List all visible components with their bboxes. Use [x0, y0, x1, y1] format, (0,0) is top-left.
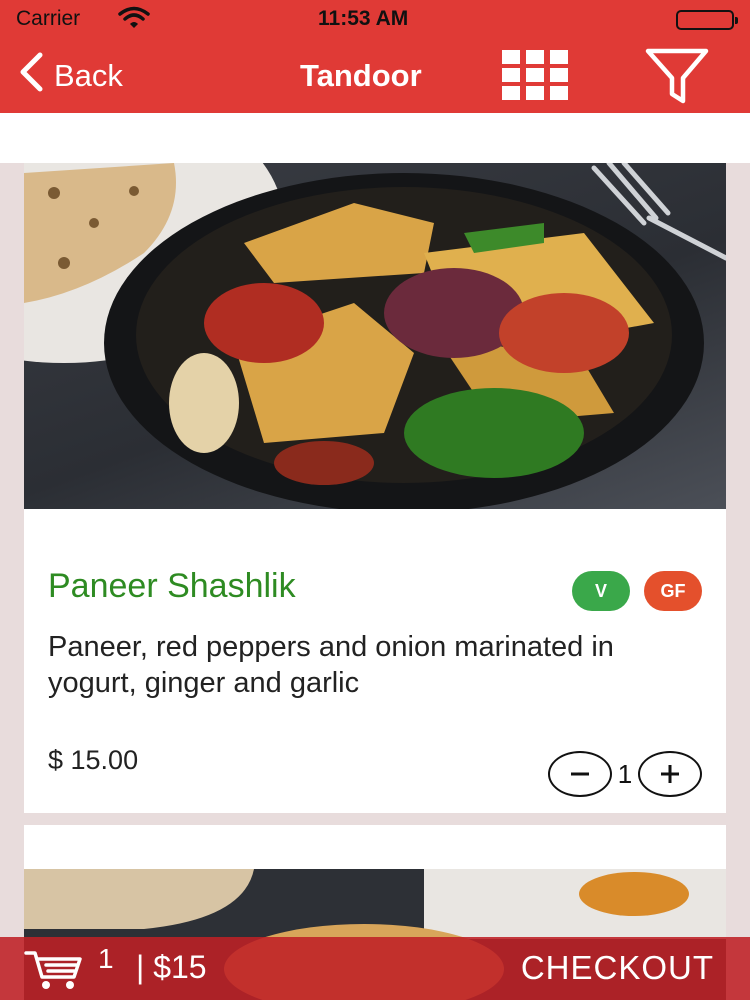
- checkout-bar: 1 | $15 CHECKOUT: [0, 937, 750, 1000]
- content-top-spacer: [0, 113, 750, 163]
- chevron-left-icon: [18, 52, 44, 100]
- dish-photo: [24, 163, 726, 509]
- quantity-value: 1: [617, 758, 633, 789]
- increase-quantity-button[interactable]: [638, 751, 702, 797]
- filter-icon: [645, 48, 709, 104]
- page-title: Tandoor: [300, 58, 422, 93]
- vegetarian-badge: V: [572, 571, 630, 611]
- app-header: Carrier 11:53 AM Back Tandoor: [0, 0, 750, 113]
- minus-icon: [571, 772, 589, 776]
- item-description: Paneer, red peppers and onion marinated …: [48, 631, 614, 699]
- menu-item-details: Paneer Shashlik V GF Paneer, red peppers…: [24, 509, 726, 813]
- back-label: Back: [54, 58, 123, 93]
- cart-item-count: 1: [98, 943, 114, 974]
- status-time: 11:53 AM: [318, 7, 409, 30]
- decrease-quantity-button[interactable]: [548, 751, 612, 797]
- grid-view-button[interactable]: [500, 48, 572, 103]
- battery-icon: [676, 10, 738, 30]
- gluten-free-badge: GF: [644, 571, 702, 611]
- grid-view-icon: [502, 50, 568, 100]
- cart-total: | $15: [136, 949, 207, 985]
- nav-bar: Back Tandoor: [0, 38, 750, 113]
- filter-button[interactable]: [644, 46, 710, 106]
- item-name: Paneer Shashlik: [48, 567, 296, 605]
- shopping-cart-icon: [24, 951, 82, 989]
- carrier-label: Carrier: [16, 7, 81, 30]
- checkout-button[interactable]: CHECKOUT: [521, 949, 714, 987]
- back-button[interactable]: Back: [18, 52, 123, 100]
- status-bar: Carrier 11:53 AM: [0, 0, 750, 38]
- item-price: $ 15.00: [48, 745, 139, 775]
- cart-button[interactable]: [24, 947, 84, 991]
- menu-item-card[interactable]: Paneer Shashlik V GF Paneer, red peppers…: [24, 163, 726, 813]
- wifi-icon: [118, 6, 150, 36]
- quantity-stepper: 1: [548, 751, 702, 797]
- plus-icon: [661, 765, 679, 783]
